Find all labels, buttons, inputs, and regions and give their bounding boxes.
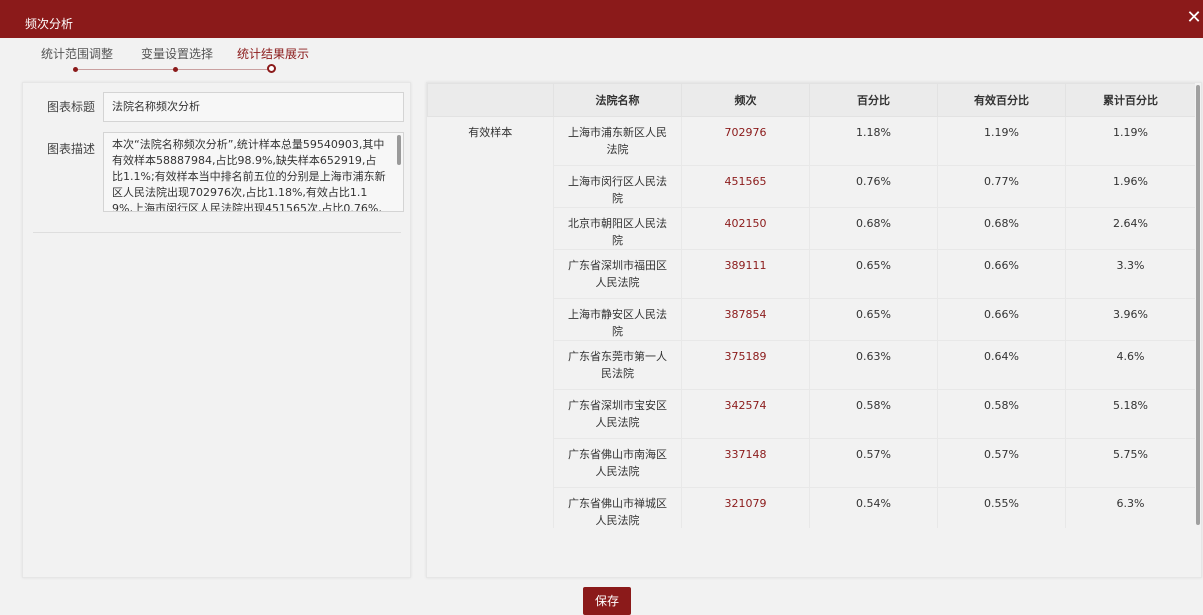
chart-description-label: 图表描述 (47, 142, 96, 156)
chart-title-label: 图表标题 (47, 100, 96, 114)
step-navigation: 统计范围调整 变量设置选择 统计结果展示 (0, 38, 1203, 78)
chart-title-input[interactable]: 法院名称频次分析 (103, 92, 404, 122)
cell-valid-percent: 1.19% (937, 116, 1066, 166)
chart-settings-panel: 图表标题 法院名称频次分析 图表描述 本次“法院名称频次分析”,统计样本总量59… (22, 82, 411, 578)
cell-valid-percent: 0.57% (937, 438, 1066, 488)
cell-valid-percent: 0.64% (937, 340, 1066, 390)
close-icon[interactable]: ✕ (1185, 9, 1203, 27)
cell-valid-percent: 0.68% (937, 207, 1066, 250)
cell-court-name: 北京市朝阳区人民法院 (553, 207, 682, 250)
cell-percent: 0.68% (809, 207, 938, 250)
cell-percent: 0.57% (809, 438, 938, 488)
cell-cumulative-percent: 1.96% (1065, 165, 1195, 208)
cell-cumulative-percent: 1.19% (1065, 116, 1195, 166)
cell-valid-percent: 0.66% (937, 249, 1066, 299)
group-cell-valid-sample: 有效样本 (427, 116, 554, 528)
step-dot-1 (73, 67, 78, 72)
step-progress-line (76, 69, 268, 70)
frequency-table: 法院名称 频次 百分比 有效百分比 累计百分比 有效样本 上海市浦东新区人民法院 7… (427, 83, 1195, 528)
cell-cumulative-percent: 6.3% (1065, 487, 1195, 528)
cell-court-name: 广东省佛山市禅城区人民法院 (553, 487, 682, 528)
cell-valid-percent: 0.66% (937, 298, 1066, 341)
table-scrollbar[interactable] (1195, 83, 1201, 528)
cell-cumulative-percent: 4.6% (1065, 340, 1195, 390)
cell-frequency: 321079 (681, 487, 810, 528)
cell-percent: 0.58% (809, 389, 938, 439)
cell-frequency: 375189 (681, 340, 810, 390)
cell-court-name: 上海市静安区人民法院 (553, 298, 682, 341)
cell-percent: 0.65% (809, 298, 938, 341)
cell-frequency: 402150 (681, 207, 810, 250)
header-frequency: 频次 (681, 83, 810, 117)
cell-cumulative-percent: 2.64% (1065, 207, 1195, 250)
cell-court-name: 广东省深圳市福田区人民法院 (553, 249, 682, 299)
cell-percent: 0.65% (809, 249, 938, 299)
header-valid-percent: 有效百分比 (937, 83, 1066, 117)
cell-frequency: 342574 (681, 389, 810, 439)
step-dot-3-active (267, 64, 276, 73)
cell-valid-percent: 0.77% (937, 165, 1066, 208)
step-variable-select[interactable]: 变量设置选择 (141, 47, 213, 61)
step-dot-2 (173, 67, 178, 72)
results-table-viewport: 法院名称 频次 百分比 有效百分比 累计百分比 有效样本 上海市浦东新区人民法院 7… (427, 83, 1195, 528)
cell-percent: 1.18% (809, 116, 938, 166)
cell-frequency: 387854 (681, 298, 810, 341)
frequency-results-panel: 法院名称 频次 百分比 有效百分比 累计百分比 有效样本 上海市浦东新区人民法院 7… (426, 82, 1202, 578)
window-titlebar: 频次分析 ✕ (0, 0, 1203, 38)
cell-court-name: 上海市闵行区人民法院 (553, 165, 682, 208)
cell-cumulative-percent: 5.18% (1065, 389, 1195, 439)
cell-court-name: 广东省深圳市宝安区人民法院 (553, 389, 682, 439)
cell-percent: 0.76% (809, 165, 938, 208)
cell-valid-percent: 0.58% (937, 389, 1066, 439)
step-range-adjust[interactable]: 统计范围调整 (41, 47, 113, 61)
save-button[interactable]: 保存 (583, 587, 631, 615)
cell-cumulative-percent: 3.96% (1065, 298, 1195, 341)
cell-frequency: 337148 (681, 438, 810, 488)
cell-valid-percent: 0.55% (937, 487, 1066, 528)
header-court-name: 法院名称 (553, 83, 682, 117)
cell-cumulative-percent: 5.75% (1065, 438, 1195, 488)
description-scrollbar[interactable] (397, 135, 401, 165)
table-header-row: 法院名称 频次 百分比 有效百分比 累计百分比 (427, 83, 1195, 117)
chart-description-textarea[interactable]: 本次“法院名称频次分析”,统计样本总量59540903,其中有效样本588879… (103, 132, 404, 212)
header-group (427, 83, 554, 117)
cell-court-name: 广东省佛山市南海区人民法院 (553, 438, 682, 488)
header-percent: 百分比 (809, 83, 938, 117)
cell-cumulative-percent: 3.3% (1065, 249, 1195, 299)
table-scroll-thumb[interactable] (1196, 85, 1200, 525)
cell-frequency: 702976 (681, 116, 810, 166)
table-row: 有效样本 上海市浦东新区人民法院 702976 1.18% 1.19% 1.19% (427, 116, 1195, 528)
cell-court-name: 上海市浦东新区人民法院 (553, 116, 682, 166)
chart-description-text: 本次“法院名称频次分析”,统计样本总量59540903,其中有效样本588879… (112, 138, 386, 212)
window-title: 频次分析 (25, 17, 74, 31)
header-cumulative-percent: 累计百分比 (1065, 83, 1195, 117)
cell-court-name: 广东省东莞市第一人民法院 (553, 340, 682, 390)
cell-percent: 0.54% (809, 487, 938, 528)
step-result-display[interactable]: 统计结果展示 (237, 47, 309, 61)
cell-frequency: 451565 (681, 165, 810, 208)
cell-percent: 0.63% (809, 340, 938, 390)
cell-frequency: 389111 (681, 249, 810, 299)
divider (33, 232, 401, 233)
